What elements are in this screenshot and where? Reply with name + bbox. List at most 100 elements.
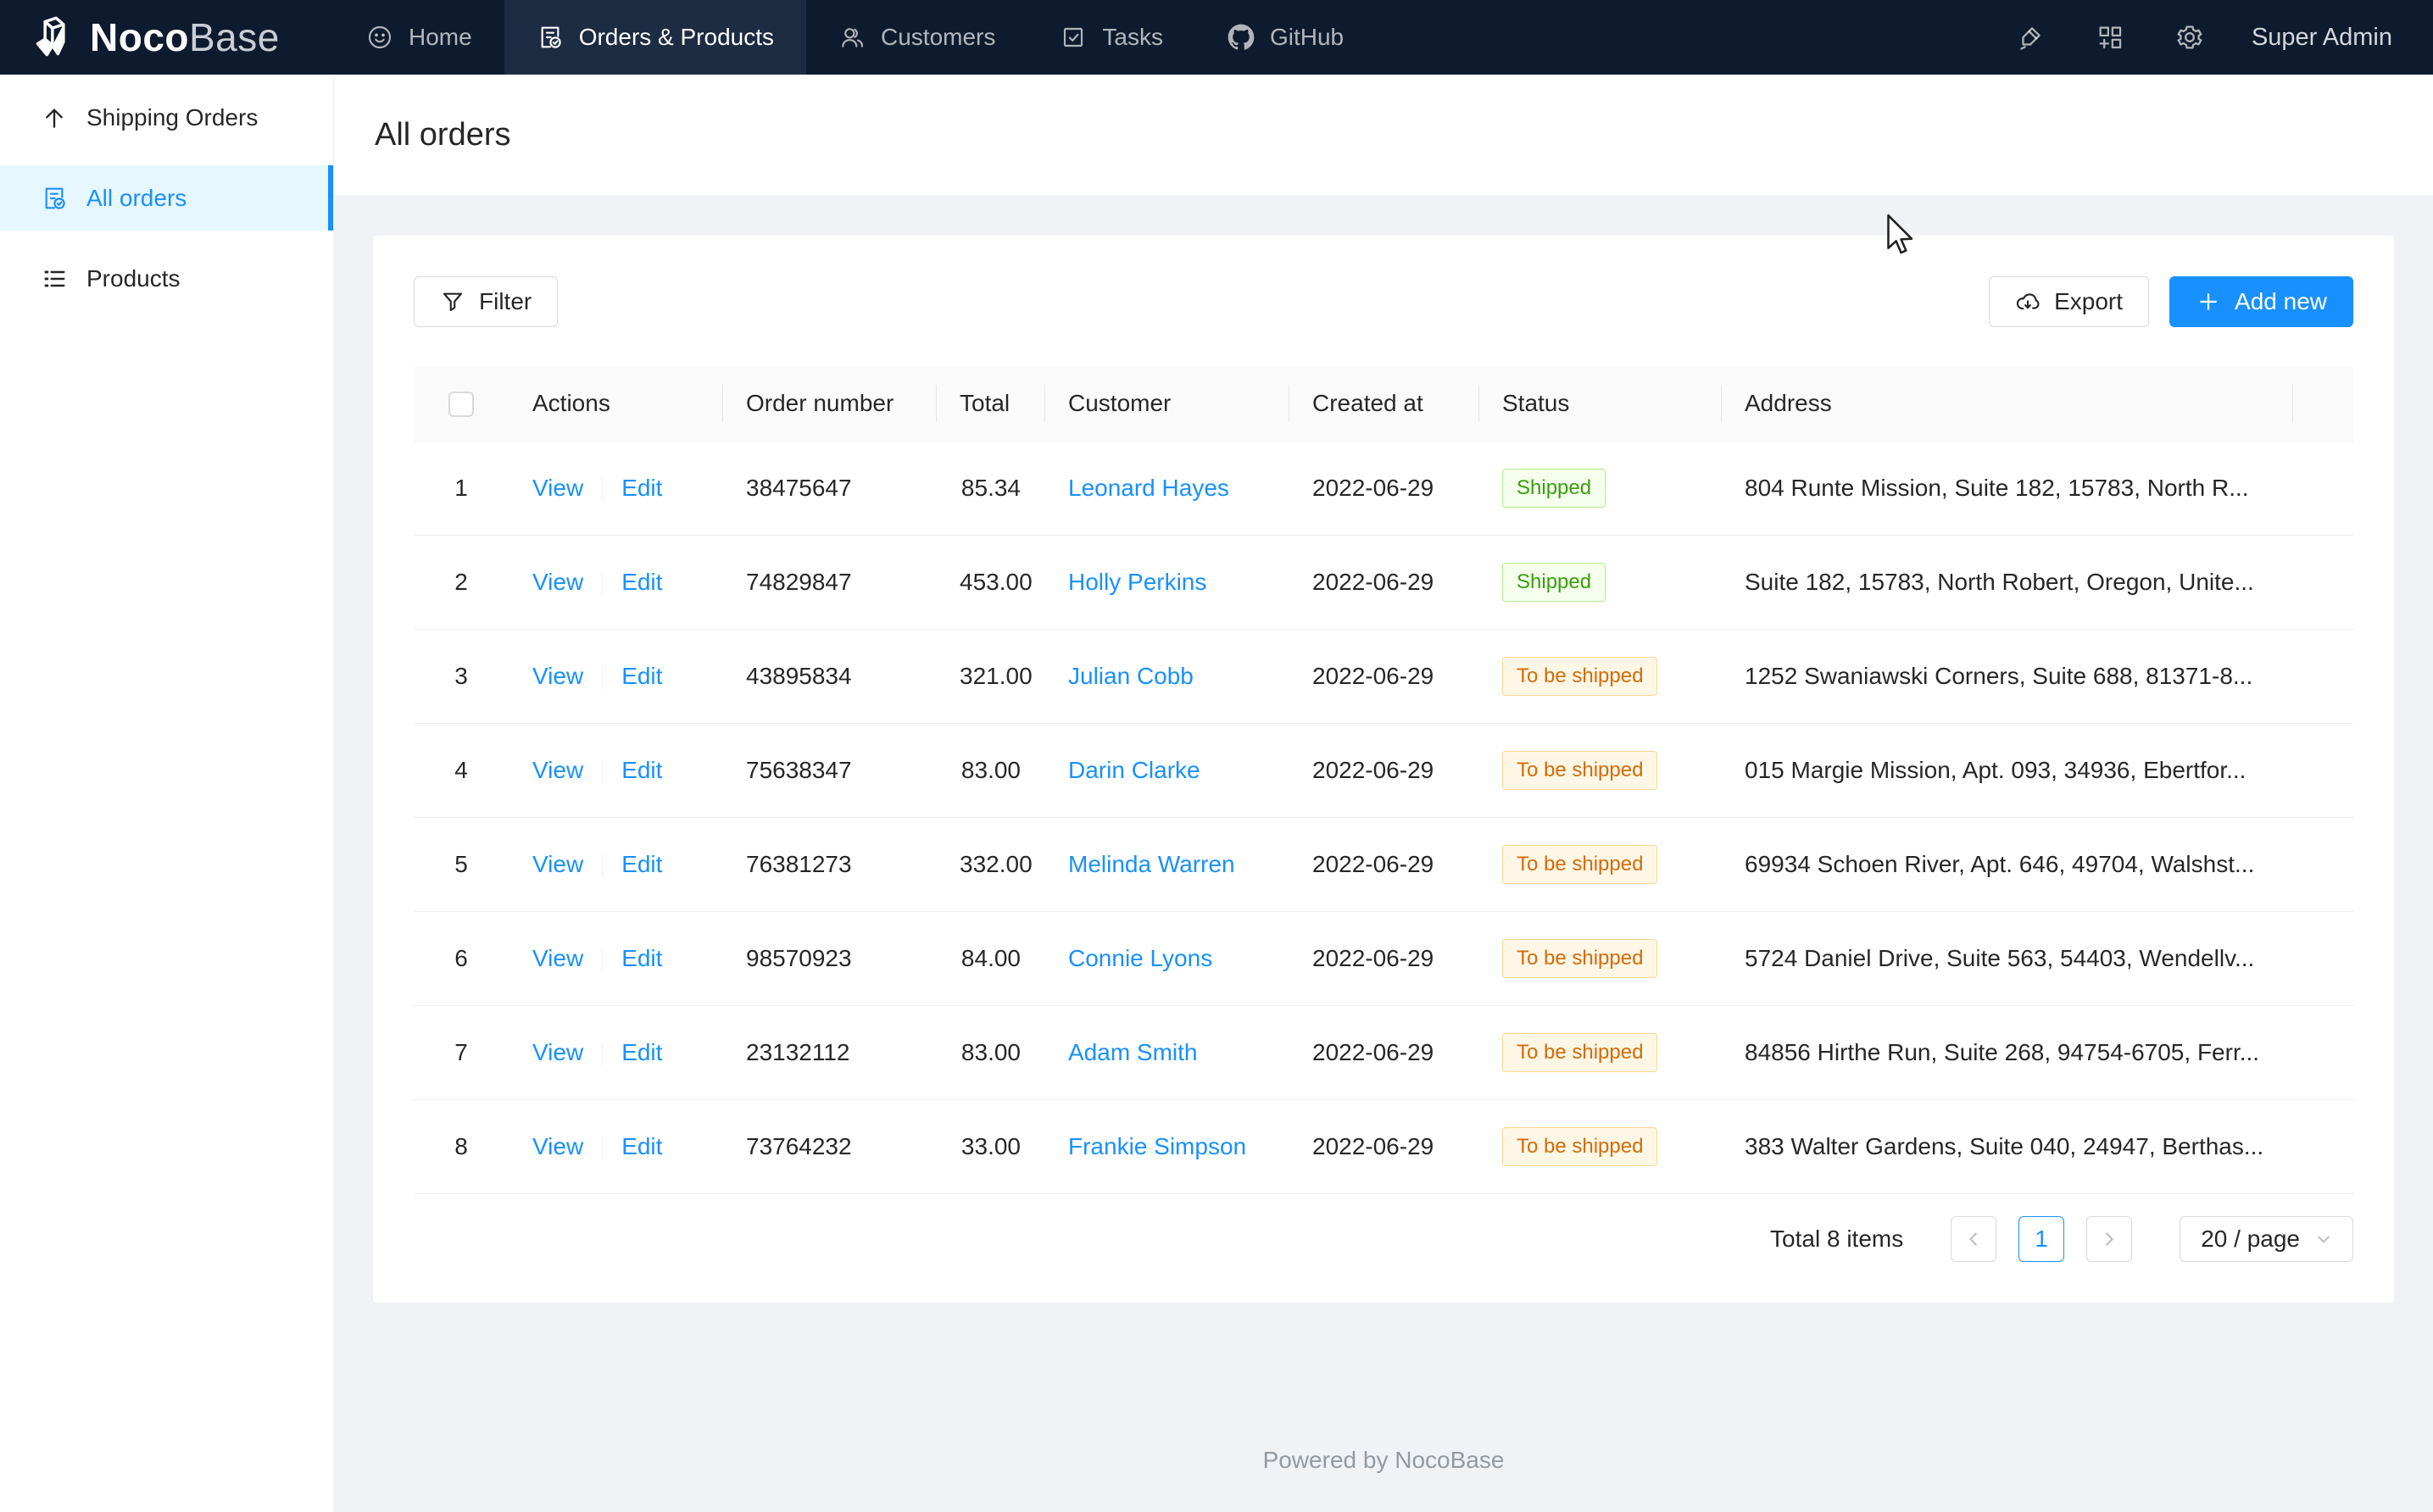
content-area: Filter Export xyxy=(334,195,2433,1512)
nav-item-label: Tasks xyxy=(1102,24,1163,51)
action-divider xyxy=(602,948,603,971)
column-header-address: Address xyxy=(1721,366,2292,441)
add-new-button[interactable]: Add new xyxy=(2169,276,2353,327)
total-cell: 84.00 xyxy=(936,911,1044,1005)
view-link[interactable]: View xyxy=(532,851,583,877)
sidebar-item-all-orders[interactable]: All orders xyxy=(0,165,333,231)
view-link[interactable]: View xyxy=(532,569,583,595)
pagination-prev-button[interactable] xyxy=(1951,1216,1996,1262)
customer-link[interactable]: Frankie Simpson xyxy=(1068,1133,1246,1159)
edit-link[interactable]: Edit xyxy=(621,569,662,595)
edit-link[interactable]: Edit xyxy=(621,757,662,783)
customer-link[interactable]: Darin Clarke xyxy=(1068,757,1200,783)
created-at-cell: 2022-06-29 xyxy=(1289,911,1478,1005)
nav-item-label: Customers xyxy=(881,24,995,51)
total-cell: 453.00 xyxy=(936,535,1044,629)
nocobase-logo-icon xyxy=(32,15,76,59)
main-area: All orders Filter xyxy=(334,75,2433,1512)
row-index: 6 xyxy=(414,911,509,1005)
address-cell: 1252 Swaniawski Corners, Suite 688, 8137… xyxy=(1721,629,2292,723)
view-link[interactable]: View xyxy=(532,757,583,783)
user-menu[interactable]: Super Admin xyxy=(2230,24,2433,52)
table-row: 8 ViewEdit 73764232 33.00 Frankie Simpso… xyxy=(414,1099,2353,1193)
view-link[interactable]: View xyxy=(532,945,583,971)
sidebar-item-shipping-orders[interactable]: Shipping Orders xyxy=(0,85,333,150)
smiley-icon xyxy=(366,24,393,51)
check-square-icon xyxy=(1060,24,1087,51)
plugins-button[interactable] xyxy=(2070,23,2150,52)
total-cell: 33.00 xyxy=(936,1099,1044,1193)
edit-link[interactable]: Edit xyxy=(621,945,662,971)
highlighter-icon xyxy=(2016,23,2045,52)
address-cell: 383 Walter Gardens, Suite 040, 24947, Be… xyxy=(1721,1099,2292,1193)
order-number-cell: 75638347 xyxy=(722,723,936,817)
table-header-row: Actions Order number Total Customer Crea… xyxy=(414,366,2353,441)
address-cell: 5724 Daniel Drive, Suite 563, 54403, Wen… xyxy=(1721,911,2292,1005)
status-badge: Shipped xyxy=(1502,469,1606,508)
filter-button-label: Filter xyxy=(479,288,532,315)
nav-item-tasks[interactable]: Tasks xyxy=(1027,0,1195,75)
sidebar: Shipping Orders All orders Products xyxy=(0,75,334,1512)
created-at-cell: 2022-06-29 xyxy=(1289,1099,1478,1193)
address-cell: 804 Runte Mission, Suite 182, 15783, Nor… xyxy=(1721,441,2292,535)
order-number-cell: 38475647 xyxy=(722,441,936,535)
action-divider xyxy=(602,759,603,783)
sidebar-item-label: Shipping Orders xyxy=(86,104,258,131)
customer-link[interactable]: Holly Perkins xyxy=(1068,569,1206,595)
action-divider xyxy=(602,477,603,501)
sidebar-item-products[interactable]: Products xyxy=(0,246,333,311)
user-name: Super Admin xyxy=(2252,24,2392,51)
created-at-cell: 2022-06-29 xyxy=(1289,629,1478,723)
customer-link[interactable]: Julian Cobb xyxy=(1068,663,1194,689)
customer-link[interactable]: Connie Lyons xyxy=(1068,945,1212,971)
nav-item-orders-products[interactable]: Orders & Products xyxy=(504,0,806,75)
edit-link[interactable]: Edit xyxy=(621,851,662,877)
table-row: 4 ViewEdit 75638347 83.00 Darin Clarke 2… xyxy=(414,723,2353,817)
column-header-order-number: Order number xyxy=(722,366,936,441)
footer-text: Powered by NocoBase xyxy=(373,1303,2394,1494)
pagination-page-1[interactable]: 1 xyxy=(2018,1216,2064,1262)
edit-link[interactable]: Edit xyxy=(621,1039,662,1065)
export-button[interactable]: Export xyxy=(1989,276,2149,327)
status-badge: To be shipped xyxy=(1502,657,1657,696)
row-index: 4 xyxy=(414,723,509,817)
blocks-add-icon xyxy=(2096,23,2124,52)
page-size-select[interactable]: 20 / page xyxy=(2180,1216,2353,1262)
view-link[interactable]: View xyxy=(532,475,583,501)
settings-button[interactable] xyxy=(2150,23,2230,52)
column-header-total: Total xyxy=(936,366,1044,441)
view-link[interactable]: View xyxy=(532,1133,583,1159)
edit-link[interactable]: Edit xyxy=(621,663,662,689)
orders-table-card: Filter Export xyxy=(373,236,2394,1303)
action-divider xyxy=(602,1042,603,1065)
table-row: 2 ViewEdit 74829847 453.00 Holly Perkins… xyxy=(414,535,2353,629)
orders-table: Actions Order number Total Customer Crea… xyxy=(414,366,2353,1194)
nav-item-customers[interactable]: Customers xyxy=(806,0,1027,75)
total-cell: 83.00 xyxy=(936,1005,1044,1099)
brand-text: NocoBase xyxy=(90,14,280,60)
customer-link[interactable]: Melinda Warren xyxy=(1068,851,1235,877)
column-header-customer: Customer xyxy=(1044,366,1289,441)
ui-editor-button[interactable] xyxy=(1990,23,2070,52)
customer-link[interactable]: Leonard Hayes xyxy=(1068,475,1229,501)
view-link[interactable]: View xyxy=(532,1039,583,1065)
select-all-checkbox[interactable] xyxy=(448,392,474,417)
nav-item-github[interactable]: GitHub xyxy=(1195,0,1376,75)
column-header-created-at: Created at xyxy=(1289,366,1478,441)
filter-button[interactable]: Filter xyxy=(414,276,558,327)
customer-link[interactable]: Adam Smith xyxy=(1068,1039,1198,1065)
address-cell: Suite 182, 15783, North Robert, Oregon, … xyxy=(1721,535,2292,629)
list-icon xyxy=(41,265,68,292)
created-at-cell: 2022-06-29 xyxy=(1289,441,1478,535)
toolbar-right-group: Export Add new xyxy=(1989,276,2353,327)
export-button-label: Export xyxy=(2054,288,2123,315)
gear-icon xyxy=(2175,23,2204,52)
chevron-left-icon xyxy=(1964,1230,1983,1248)
column-header-trailing xyxy=(2292,366,2353,441)
edit-link[interactable]: Edit xyxy=(621,1133,662,1159)
view-link[interactable]: View xyxy=(532,663,583,689)
nav-item-home[interactable]: Home xyxy=(334,0,504,75)
pagination-next-button[interactable] xyxy=(2086,1216,2132,1262)
edit-link[interactable]: Edit xyxy=(621,475,662,501)
chevron-right-icon xyxy=(2100,1230,2118,1248)
